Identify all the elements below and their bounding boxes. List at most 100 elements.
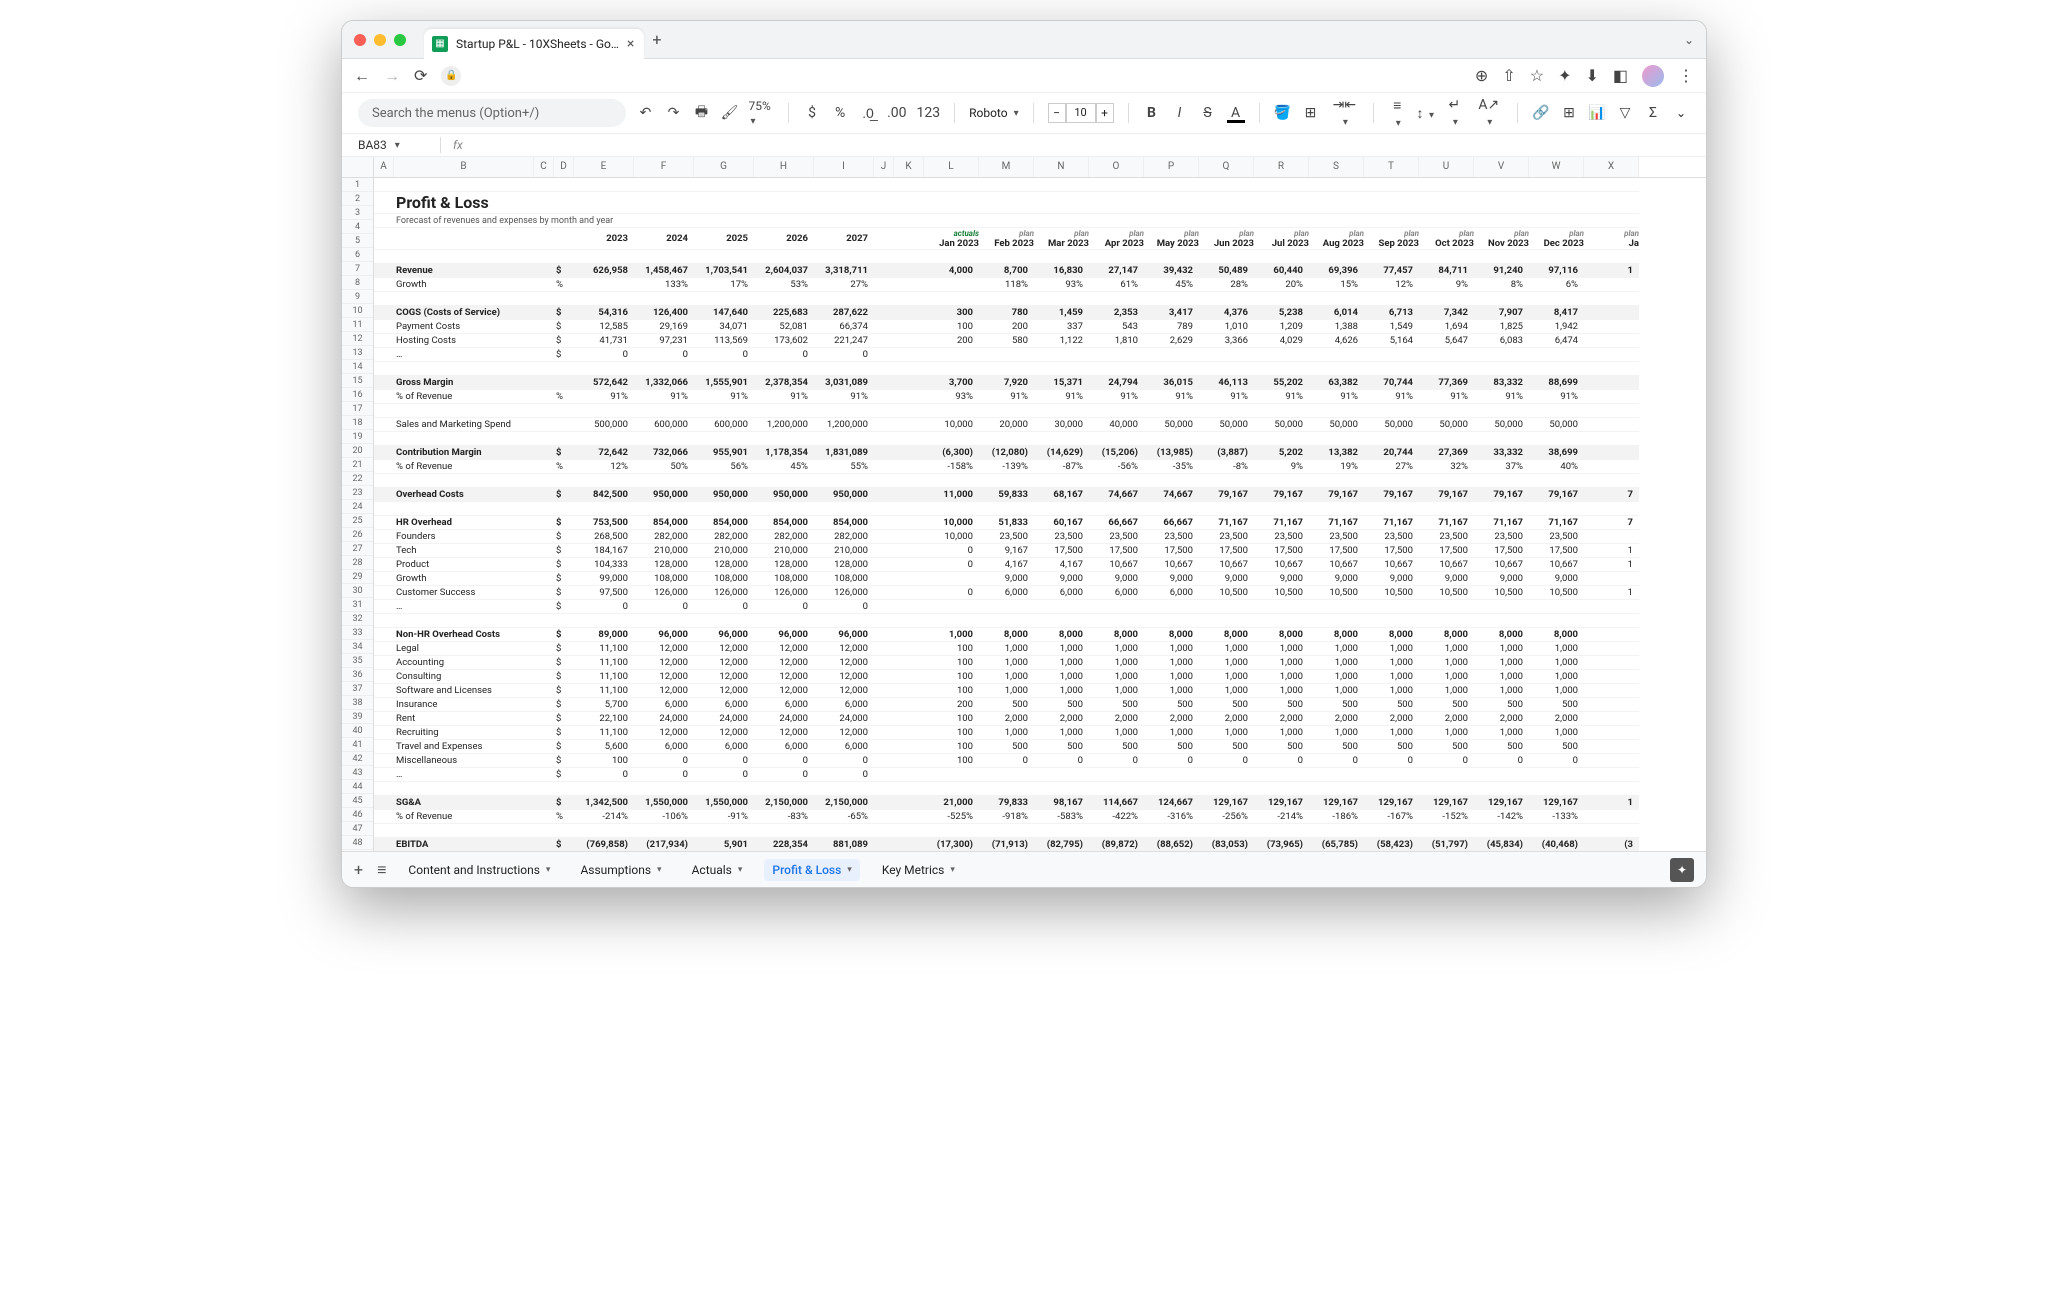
cell[interactable]: 8,000 [1034,629,1089,640]
column-header[interactable]: K [894,157,924,177]
cell[interactable]: 79,833 [979,797,1034,808]
cell[interactable]: 56% [694,461,754,472]
cell[interactable]: 500 [1199,741,1254,752]
cell[interactable]: 1,703,541 [694,265,754,276]
cell[interactable]: 0 [1529,755,1584,766]
font-size-stepper[interactable]: − 10 + [1048,103,1114,123]
cell[interactable]: 79,167 [1199,489,1254,500]
cell[interactable]: 2,000 [1474,713,1529,724]
cell[interactable]: 0 [634,601,694,612]
cell[interactable]: 282,000 [694,531,754,542]
cell[interactable]: 36,015 [1144,377,1199,388]
collapse-toolbar-icon[interactable]: ⌄ [1672,106,1690,120]
url-box[interactable]: 🔒 [441,63,1461,89]
cell[interactable]: … [394,601,534,612]
cell[interactable]: 93% [1034,279,1089,290]
column-header[interactable]: U [1419,157,1474,177]
cell[interactable]: 10,667 [1254,559,1309,570]
font-size-value[interactable]: 10 [1066,103,1096,123]
cell[interactable]: 79,167 [1364,489,1419,500]
cell[interactable]: 5,647 [1419,335,1474,346]
cell[interactable]: 23,500 [1419,531,1474,542]
cell[interactable]: 129,167 [1529,797,1584,808]
cell[interactable]: 3,417 [1144,307,1199,318]
cell[interactable]: 50,000 [1199,419,1254,430]
print-icon[interactable]: 🖶 [692,101,710,125]
all-sheets-icon[interactable]: ≡ [377,860,386,880]
cell[interactable]: 0 [754,755,814,766]
cell[interactable]: 100 [924,713,979,724]
cell[interactable]: 1,000 [1419,685,1474,696]
cell[interactable]: 17,500 [1034,545,1089,556]
cell[interactable]: 500 [1529,699,1584,710]
cell[interactable]: 0 [1419,755,1474,766]
row-header[interactable]: 29 [342,570,373,584]
zoom-icon[interactable]: ⊕ [1475,66,1488,85]
cell[interactable]: 1,342,500 [574,797,634,808]
cell[interactable]: 2,000 [1089,713,1144,724]
month-header[interactable]: planMay 2023 [1144,229,1199,249]
cell[interactable]: 0 [814,755,874,766]
sheet-tab[interactable]: Assumptions▾ [572,859,669,881]
cell[interactable]: % [554,811,574,822]
cell[interactable]: 23,500 [1529,531,1584,542]
cell[interactable]: -256% [1199,811,1254,822]
cell[interactable]: 1,000 [1474,643,1529,654]
cell[interactable]: 45% [1144,279,1199,290]
cell[interactable]: -106% [634,811,694,822]
cell[interactable]: 12,000 [634,685,694,696]
cell[interactable]: 12,000 [694,671,754,682]
cell[interactable]: 1,000 [1419,727,1474,738]
cell[interactable]: 24,794 [1089,377,1144,388]
cell[interactable]: 6,000 [694,741,754,752]
cell[interactable]: 2,000 [1199,713,1254,724]
cell[interactable]: -139% [979,461,1034,472]
cell[interactable]: 2027 [814,233,874,244]
cell[interactable]: 15% [1309,279,1364,290]
cell[interactable]: 1,550,000 [694,797,754,808]
cell[interactable]: 1,831,089 [814,447,874,458]
cell[interactable]: $ [554,657,574,668]
cell[interactable]: 500 [1254,699,1309,710]
cell[interactable]: 1,209 [1254,321,1309,332]
cell[interactable]: Growth [394,573,534,584]
cell[interactable]: 1,000 [979,657,1034,668]
cell[interactable]: 1,000 [1199,685,1254,696]
cell[interactable]: (15,206) [1089,447,1144,458]
cell[interactable]: $ [554,335,574,346]
cell[interactable]: 70,744 [1364,377,1419,388]
cell[interactable]: 10,667 [1364,559,1419,570]
cell[interactable]: 1,000 [1254,671,1309,682]
reader-icon[interactable]: ◧ [1613,66,1628,85]
cell[interactable]: 126,000 [634,587,694,598]
cell[interactable]: 1,000 [1419,643,1474,654]
cell[interactable]: 221,247 [814,335,874,346]
cell[interactable]: $ [554,671,574,682]
cell[interactable]: 854,000 [754,517,814,528]
cell[interactable]: 3,700 [924,377,979,388]
month-header[interactable]: planSep 2023 [1364,229,1419,249]
row-header[interactable]: 39 [342,710,373,724]
cell[interactable]: 100 [924,643,979,654]
cell[interactable]: 1,000 [1089,671,1144,682]
cell[interactable]: 91% [1474,391,1529,402]
cell[interactable]: 1,000 [1474,727,1529,738]
cell[interactable]: (89,872) [1089,839,1144,850]
cell[interactable]: 225,683 [754,307,814,318]
cell[interactable]: 1,000 [1529,643,1584,654]
search-menus-input[interactable]: Search the menus (Option+/) [358,99,626,127]
cell[interactable]: 68,167 [1034,489,1089,500]
row-header[interactable]: 37 [342,682,373,696]
cell[interactable]: 2,150,000 [754,797,814,808]
cell[interactable]: 19% [1309,461,1364,472]
cell[interactable]: 128,000 [634,559,694,570]
cell[interactable]: $ [554,755,574,766]
cell[interactable]: 282,000 [754,531,814,542]
cell[interactable]: 0 [754,349,814,360]
cell[interactable]: 0 [814,349,874,360]
horizontal-align-icon[interactable]: ≡ ▾ [1388,97,1406,130]
reload-icon[interactable]: ⟳ [414,66,427,85]
maximize-window[interactable] [394,34,406,46]
cell[interactable]: 3,031,089 [814,377,874,388]
cell[interactable]: 9,000 [1034,573,1089,584]
